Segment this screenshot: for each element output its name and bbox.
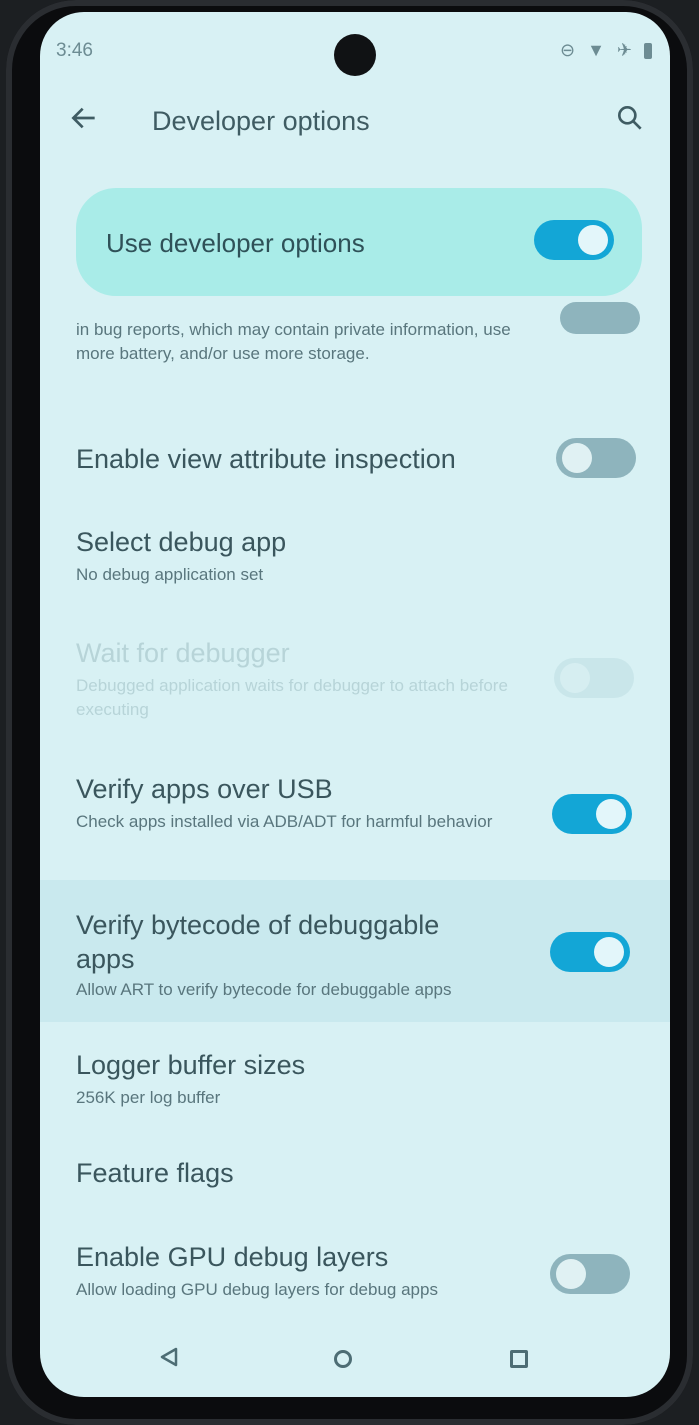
use-developer-options-card[interactable]: Use developer options (76, 188, 642, 296)
status-time: 3:46 (56, 40, 93, 61)
setting-subtitle: No debug application set (76, 565, 264, 584)
setting-subtitle: Allow ART to verify bytecode for debugga… (76, 980, 452, 999)
setting-row-view-attribute[interactable]: Enable view attribute inspection (40, 432, 670, 492)
setting-title: Logger buffer sizes (76, 1050, 306, 1080)
setting-subtitle: 256K per log buffer (76, 1088, 221, 1107)
nav-back-icon[interactable] (158, 1346, 180, 1368)
page-title: Developer options (152, 106, 370, 136)
verify-bytecode-switch[interactable] (550, 932, 630, 972)
status-icons: ⊖ ▼ ✈ (560, 40, 652, 61)
verify-usb-switch[interactable] (552, 794, 632, 834)
setting-row-wait-debugger: Wait for debugger Debugged application w… (40, 638, 670, 728)
wait-debugger-switch (554, 658, 634, 698)
search-icon[interactable] (614, 102, 646, 134)
setting-subtitle: Allow loading GPU debug layers for debug… (76, 1280, 438, 1299)
back-arrow-icon[interactable] (68, 102, 100, 134)
wifi-icon: ▼ (587, 40, 605, 60)
navigation-bar (40, 1328, 670, 1396)
nav-recents-icon[interactable] (510, 1350, 528, 1368)
setting-row-feature-flags[interactable]: Feature flags (40, 1158, 670, 1208)
gpu-debug-switch[interactable] (550, 1254, 630, 1294)
screen: 3:46 ⊖ ▼ ✈ Developer options Use develop… (40, 12, 670, 1397)
do-not-disturb-icon: ⊖ (559, 40, 576, 60)
partial-setting-switch[interactable] (560, 302, 640, 334)
setting-title: Enable view attribute inspection (76, 444, 456, 474)
nav-home-icon[interactable] (334, 1350, 352, 1368)
setting-title: Wait for debugger (76, 638, 290, 668)
front-camera (334, 34, 376, 76)
setting-title: Select debug app (76, 527, 287, 557)
setting-subtitle: Debugged application waits for debugger … (76, 676, 508, 719)
setting-row-gpu-debug[interactable]: Enable GPU debug layers Allow loading GP… (40, 1242, 670, 1312)
app-bar: Developer options (40, 92, 670, 152)
setting-title: Enable GPU debug layers (76, 1242, 389, 1272)
setting-subtitle: in bug reports, which may contain privat… (76, 320, 511, 363)
use-developer-options-switch[interactable] (534, 220, 614, 260)
setting-title: Verify bytecode of debuggable apps (76, 910, 440, 974)
airplane-icon: ✈ (616, 40, 632, 60)
setting-row-debug-app[interactable]: Select debug app No debug application se… (40, 527, 670, 597)
setting-row-verify-usb[interactable]: Verify apps over USB Check apps installe… (40, 774, 670, 864)
setting-subtitle: Check apps installed via ADB/ADT for har… (76, 812, 493, 831)
view-attribute-switch[interactable] (556, 438, 636, 478)
setting-row-verify-bytecode[interactable]: Verify bytecode of debuggable apps Allow… (40, 908, 670, 1018)
setting-title: Verify apps over USB (76, 774, 333, 804)
battery-icon (644, 42, 652, 59)
setting-row-partial[interactable]: in bug reports, which may contain privat… (40, 302, 670, 402)
use-developer-options-label: Use developer options (106, 228, 365, 258)
setting-title: Feature flags (76, 1158, 234, 1188)
setting-row-logger[interactable]: Logger buffer sizes 256K per log buffer (40, 1050, 670, 1120)
